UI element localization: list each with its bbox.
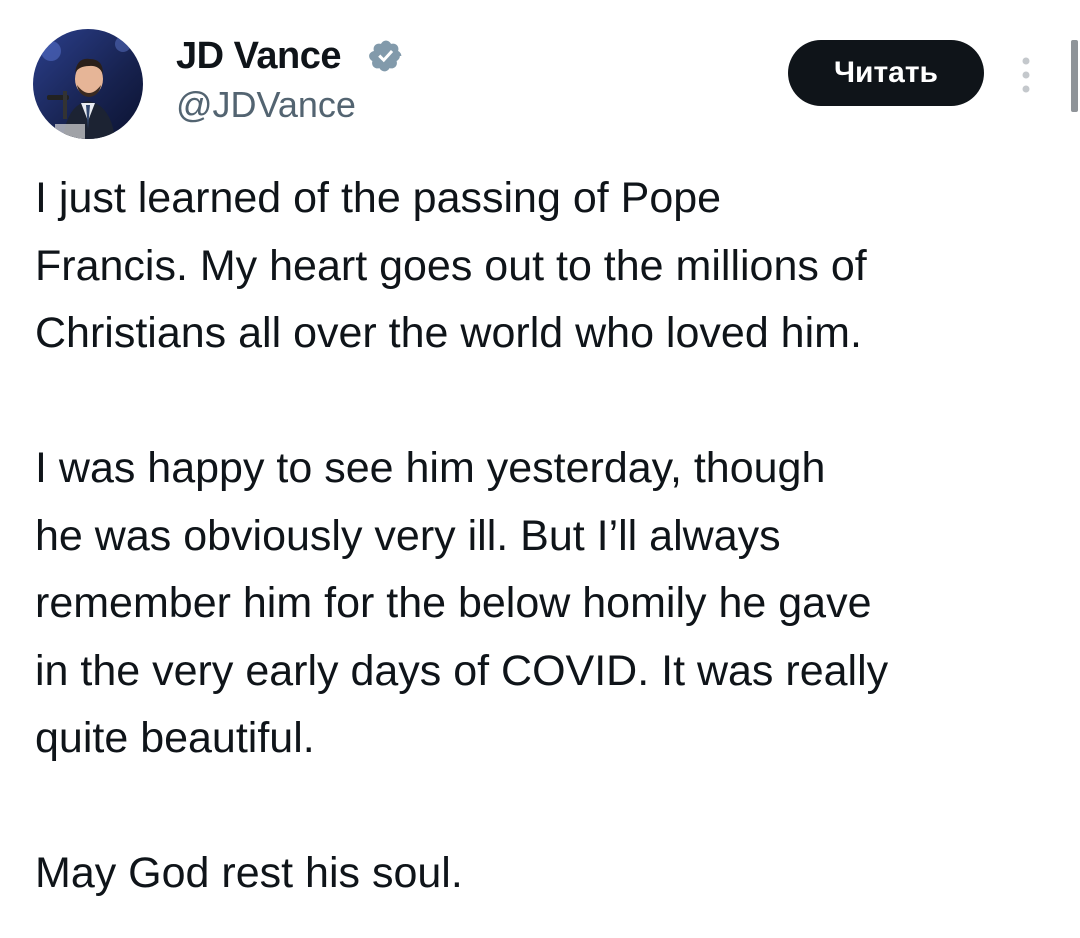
tweet-line: remember him for the below homily he gav… — [35, 579, 872, 627]
tweet-line: I just learned of the passing of Pope — [35, 174, 722, 222]
tweet-line: in the very early days of COVID. It was … — [35, 646, 889, 695]
tweet-text: I just learned of the passing of Pope Fr… — [35, 165, 1065, 908]
avatar-photo — [33, 29, 143, 139]
tweet-line: quite beautiful. — [35, 714, 315, 762]
avatar[interactable] — [33, 29, 143, 139]
tweet-line: Francis. My heart goes out to the millio… — [35, 241, 867, 290]
follow-button[interactable]: Читать — [788, 40, 984, 106]
display-name[interactable]: JD Vance — [176, 34, 342, 78]
user-handle[interactable]: @JDVance — [176, 84, 356, 126]
tweet-line: May God rest his soul. — [35, 849, 463, 897]
tweet-line: he was obviously very ill. But I’ll alwa… — [35, 511, 781, 560]
tweet-line: Christians all over the world who loved … — [35, 309, 862, 357]
tweet-line: I was happy to see him yesterday, though — [35, 444, 826, 492]
vertical-ellipsis-icon[interactable] — [1014, 55, 1038, 95]
scrollbar[interactable] — [1071, 40, 1078, 112]
verified-badge-icon — [369, 40, 402, 72]
